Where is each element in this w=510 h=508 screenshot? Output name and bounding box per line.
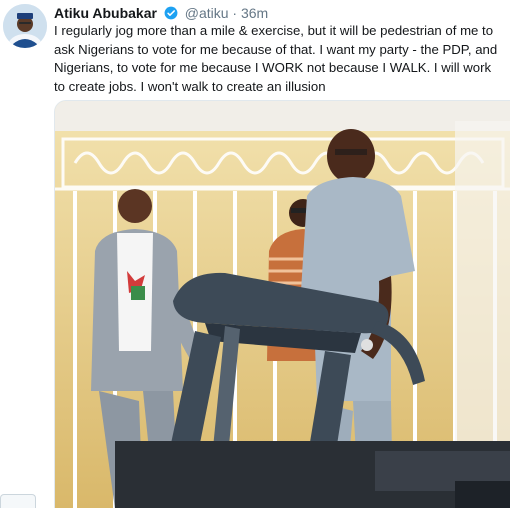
tweet-text: I regularly jog more than a mile & exerc… [54, 23, 498, 94]
author-name[interactable]: Atiku Abubakar [54, 5, 157, 21]
tweet-card: Atiku Abubakar @atiku · 36m I regularly … [0, 0, 510, 508]
gym-photo-illustration [55, 101, 510, 508]
author-avatar[interactable] [3, 4, 47, 48]
scroll-corner-button[interactable] [0, 494, 36, 508]
tweet-timestamp[interactable]: 36m [241, 5, 268, 21]
meta-separator: · [232, 5, 238, 21]
tweet-header: Atiku Abubakar @atiku · 36m [54, 4, 268, 24]
tweet-photo[interactable] [54, 100, 510, 508]
author-handle[interactable]: @atiku [185, 5, 229, 21]
avatar-portrait-icon [3, 4, 47, 48]
